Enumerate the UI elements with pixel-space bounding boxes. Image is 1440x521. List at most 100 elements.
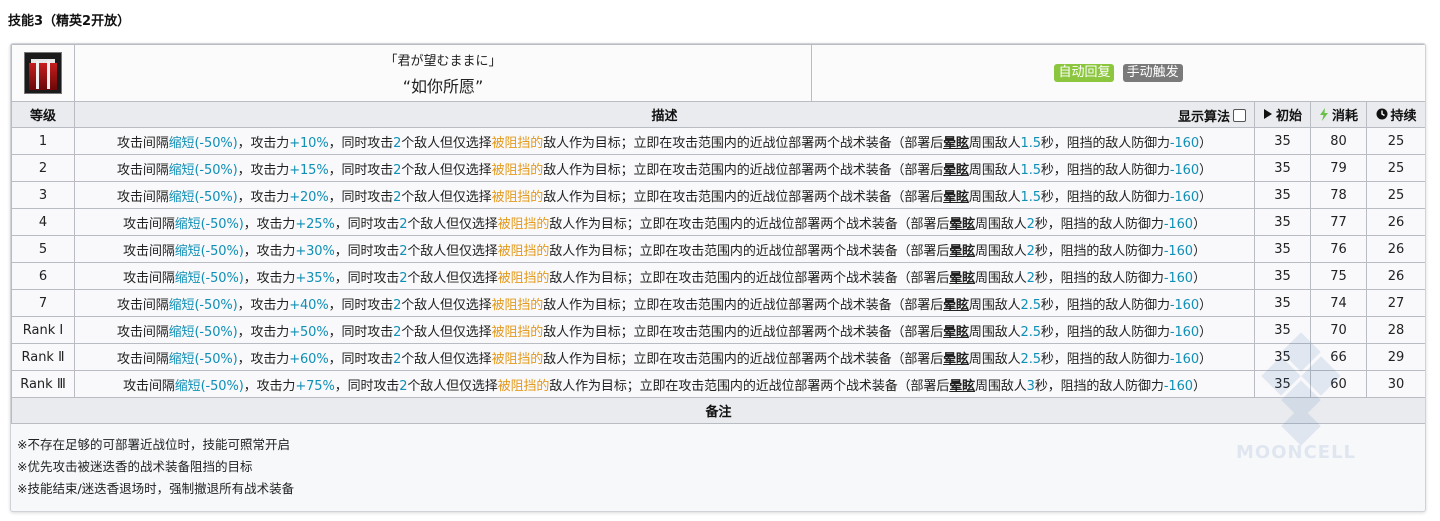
desc-text: 攻击间隔: [117, 162, 169, 178]
desc-text: ，攻击力: [237, 297, 290, 313]
level-cell: Rank Ⅱ: [11, 343, 75, 371]
desc-text: ，同时攻击: [328, 162, 394, 178]
level-cell: 7: [11, 289, 75, 317]
desc-text: 秒，阻挡的敌人防御力: [1040, 351, 1170, 367]
desc-text: 攻击间隔: [123, 270, 175, 286]
skill-heading: 技能3（精英2开放）: [8, 14, 131, 29]
def-value: -160: [1169, 135, 1200, 151]
interval-value: 缩短(-50%): [174, 378, 244, 394]
desc-text: 敌人作为目标；立即在攻击范围内的近战位部署两个战术装备（部署后: [543, 324, 944, 340]
header-duration: 持续: [1365, 101, 1425, 128]
interval-value: 缩短(-50%): [168, 135, 238, 151]
skill-name-cell: 「君が望むままに」 “如你所愿”: [74, 44, 812, 102]
sp-cost-cell: 78: [1310, 181, 1367, 209]
desc-text: 攻击间隔: [117, 297, 169, 313]
atk-value: +50%: [289, 324, 329, 340]
sp-cost-cell: 75: [1310, 262, 1367, 290]
desc-text: 攻击间隔: [117, 135, 169, 151]
def-value: -160: [1163, 243, 1193, 259]
desc-text: ，攻击力: [237, 135, 290, 151]
sp-cost-cell: 79: [1310, 154, 1367, 182]
notes-header: 备注: [11, 397, 1425, 424]
blocked-keyword: 被阻挡的: [497, 216, 550, 232]
description-cell: 攻击间隔缩短(-50%)，攻击力+75%，同时攻击2个敌人但仅选择被阻挡的敌人作…: [74, 370, 1255, 398]
level-cell: 1: [11, 127, 75, 155]
def-value: -160: [1163, 378, 1193, 394]
header-cost: 消耗: [1310, 101, 1367, 128]
header-init-label: 初始: [1275, 108, 1302, 124]
desc-text: 个敌人但仅选择: [401, 351, 492, 367]
desc-text: ，同时攻击: [328, 324, 394, 340]
description-cell: 攻击间隔缩短(-50%)，攻击力+35%，同时攻击 2 个敌人但仅选择被阻挡的敌人作…: [74, 262, 1255, 290]
stun-keyword[interactable]: 晕眩: [943, 298, 969, 313]
stun-keyword[interactable]: 晕眩: [943, 352, 969, 367]
description-cell: 攻击间隔缩短(-50%)，攻击力+50%，同时攻击2个敌人但仅选择被阻挡的敌人作…: [74, 316, 1255, 344]
stun-keyword[interactable]: 晕眩: [943, 190, 969, 205]
desc-text: ）: [1199, 135, 1212, 151]
desc-text: ，同时攻击: [328, 351, 394, 367]
atk-value: +35%: [295, 270, 335, 286]
desc-text: 秒，阻挡的敌人防御力: [1040, 189, 1170, 205]
show-algorithm-toggle[interactable]: 显示算法: [1178, 106, 1246, 125]
atk-value: +60%: [289, 351, 329, 367]
description-cell: 攻击间隔缩短(-50%)，攻击力+15%，同时攻击2个敌人但仅选择被阻挡的敌人作…: [74, 154, 1255, 182]
stun-value: 1.5: [1020, 135, 1041, 151]
blocked-keyword: 被阻挡的: [491, 324, 544, 340]
table-row: 2 攻击间隔缩短(-50%)，攻击力+15%，同时攻击2个敌人但仅选择被阻挡的敌人…: [11, 154, 1425, 182]
desc-text: 敌人作为目标；立即在攻击范围内的近战位部署两个战术装备（部署后: [549, 270, 950, 286]
desc-text: ，攻击力: [243, 378, 296, 394]
blocked-keyword: 被阻挡的: [491, 162, 544, 178]
stun-keyword[interactable]: 晕眩: [949, 379, 975, 394]
def-value: -160: [1169, 189, 1200, 205]
sp-cost-cell: 70: [1310, 316, 1367, 344]
sp-cost-cell: 74: [1310, 289, 1367, 317]
desc-text: 敌人作为目标；立即在攻击范围内的近战位部署两个战术装备（部署后: [549, 378, 950, 394]
desc-text: 个敌人但仅选择: [401, 324, 492, 340]
atk-value: +20%: [289, 189, 329, 205]
init-sp-cell: 35: [1254, 127, 1311, 155]
desc-text: 敌人作为目标；立即在攻击范围内的近战位部署两个战术装备（部署后: [543, 162, 944, 178]
stun-keyword[interactable]: 晕眩: [943, 325, 969, 340]
table-row: 3 攻击间隔缩短(-50%)，攻击力+20%，同时攻击2个敌人但仅选择被阻挡的敌人…: [11, 181, 1425, 209]
desc-text: 敌人作为目标；立即在攻击范围内的近战位部署两个战术装备（部署后: [543, 135, 944, 151]
level-cell: Rank Ⅰ: [11, 316, 75, 344]
desc-text: 个敌人但仅选择: [401, 297, 492, 313]
description-cell: 攻击间隔缩短(-50%)，攻击力+30%，同时攻击 2 个敌人但仅选择被阻挡的敌人作…: [74, 235, 1255, 263]
stun-keyword[interactable]: 晕眩: [943, 163, 969, 178]
desc-text: 攻击间隔: [117, 324, 169, 340]
desc-text: 周围敌人: [968, 189, 1021, 205]
show-algorithm-checkbox[interactable]: [1233, 109, 1246, 122]
level-rows: 1 攻击间隔缩短(-50%)，攻击力+10%，同时攻击2个敌人但仅选择被阻挡的敌人…: [11, 127, 1425, 398]
stun-keyword[interactable]: 晕眩: [949, 271, 975, 286]
table-row: 4 攻击间隔缩短(-50%)，攻击力+25%，同时攻击 2 个敌人但仅选择被阻挡的敌人…: [11, 208, 1425, 236]
desc-text: ）: [1192, 216, 1206, 232]
desc-text: 秒，阻挡的敌人防御力: [1034, 243, 1164, 259]
duration-cell: 25: [1365, 127, 1425, 155]
atk-value: +75%: [295, 378, 335, 394]
atk-value: +15%: [289, 162, 329, 178]
skill-table: 「君が望むままに」 “如你所愿” 自动回复 手动触发 等级 描述 显示算法 初始: [11, 44, 1425, 424]
play-icon: [1263, 108, 1273, 124]
desc-text: 秒，阻挡的敌人防御力: [1040, 297, 1170, 313]
def-value: -160: [1169, 351, 1200, 367]
init-sp-cell: 35: [1254, 262, 1311, 290]
blocked-keyword: 被阻挡的: [491, 189, 544, 205]
desc-text: ，同时攻击: [328, 297, 394, 313]
desc-text: ，攻击力: [237, 189, 290, 205]
stun-keyword[interactable]: 晕眩: [943, 136, 969, 151]
atk-value: +10%: [289, 135, 329, 151]
blocked-keyword: 被阻挡的: [491, 351, 544, 367]
description-cell: 攻击间隔缩短(-50%)，攻击力+40%，同时攻击2个敌人但仅选择被阻挡的敌人作…: [74, 289, 1255, 317]
stun-keyword[interactable]: 晕眩: [949, 217, 975, 232]
duration-cell: 30: [1365, 370, 1425, 398]
header-row: 等级 描述 显示算法 初始 消耗 持续: [11, 101, 1425, 128]
interval-value: 缩短(-50%): [168, 324, 238, 340]
desc-text: ，攻击力: [237, 162, 290, 178]
sp-cost-cell: 76: [1310, 235, 1367, 263]
stun-keyword[interactable]: 晕眩: [949, 244, 975, 259]
interval-value: 缩短(-50%): [168, 162, 238, 178]
init-sp-cell: 35: [1254, 289, 1311, 317]
desc-text: ，同时攻击: [334, 378, 400, 394]
desc-text: 敌人作为目标；立即在攻击范围内的近战位部署两个战术装备（部署后: [549, 216, 950, 232]
desc-text: 个敌人但仅选择: [407, 270, 498, 286]
